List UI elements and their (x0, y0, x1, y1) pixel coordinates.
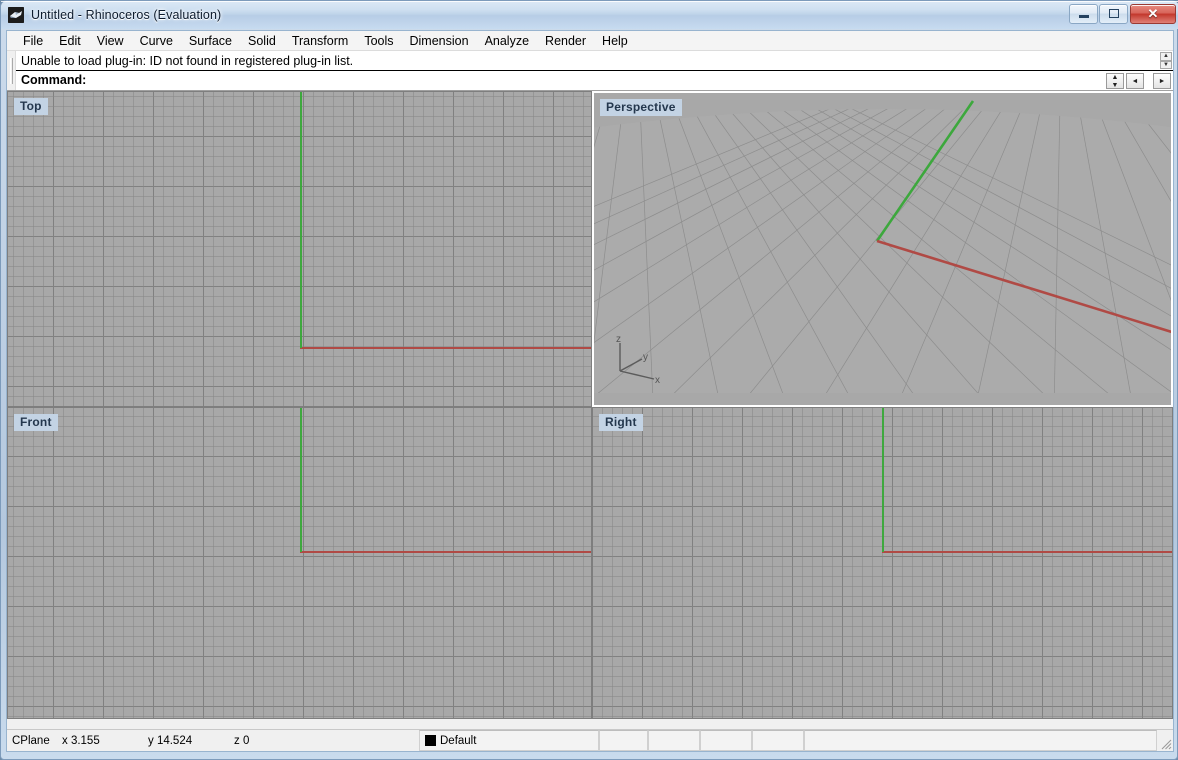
viewport-front[interactable]: Front z x (7, 407, 592, 719)
command-prev-button[interactable]: ◄ (1126, 73, 1144, 89)
menu-item-analyze[interactable]: Analyze (477, 32, 537, 50)
viewport-title-front[interactable]: Front (14, 414, 58, 431)
menu-item-tools[interactable]: Tools (356, 32, 401, 50)
menu-item-solid[interactable]: Solid (240, 32, 284, 50)
status-pane-2[interactable] (648, 730, 700, 751)
status-pane-4[interactable] (752, 730, 804, 751)
command-area-gripper[interactable] (7, 51, 16, 90)
status-cplane-label[interactable]: CPlane (7, 730, 57, 751)
viewport-top[interactable]: Top y x (7, 91, 592, 407)
svg-text:x: x (655, 375, 660, 385)
axis-z-line-front (300, 408, 302, 552)
command-area: Unable to load plug-in: ID not found in … (7, 51, 1173, 91)
client-area: File Edit View Curve Surface Solid Trans… (6, 30, 1174, 752)
command-input[interactable] (89, 73, 1173, 88)
menu-item-render[interactable]: Render (537, 32, 594, 50)
axis-z-line-right (882, 408, 884, 552)
window-controls: ✕ (1068, 3, 1176, 24)
axis-y-line-right (882, 551, 1172, 553)
close-button[interactable]: ✕ (1130, 3, 1176, 24)
status-x-coordinate: x 3.155 (62, 734, 100, 747)
command-history-line: Unable to load plug-in: ID not found in … (16, 51, 1173, 71)
viewport-title-top[interactable]: Top (14, 98, 48, 115)
viewport-right[interactable]: Right z y (592, 407, 1173, 719)
maximize-button[interactable] (1099, 3, 1128, 24)
viewport-title-perspective[interactable]: Perspective (600, 99, 682, 116)
command-nav-buttons: ▲ ▼ ◄ ► (1106, 73, 1171, 89)
menu-item-dimension[interactable]: Dimension (402, 32, 477, 50)
command-area-body: Unable to load plug-in: ID not found in … (16, 51, 1173, 90)
spinner-up-icon: ▲ (1111, 73, 1119, 81)
grid-perspective (594, 93, 1171, 405)
minimize-button[interactable] (1069, 3, 1098, 24)
menu-item-edit[interactable]: Edit (51, 32, 89, 50)
maximize-icon (1108, 9, 1119, 18)
status-message-pane (804, 730, 1157, 751)
status-pane-3[interactable] (700, 730, 752, 751)
viewport-title-right[interactable]: Right (599, 414, 643, 431)
status-z-coordinate: z 0 (234, 734, 250, 747)
menu-item-help[interactable]: Help (594, 32, 636, 50)
menu-item-curve[interactable]: Curve (132, 32, 181, 50)
menu-item-view[interactable]: View (89, 32, 132, 50)
spinner-down-icon: ▼ (1111, 81, 1119, 89)
axis-gizmo-perspective: z y x (610, 333, 670, 385)
menu-item-file[interactable]: File (15, 32, 51, 50)
status-bar: CPlane x 3.155 y 14.524 z 0 Default (7, 729, 1173, 751)
command-spinner-button[interactable]: ▲ ▼ (1106, 73, 1124, 89)
layer-color-swatch (425, 735, 436, 746)
title-bar: Untitled - Rhinoceros (Evaluation) ✕ (1, 1, 1178, 29)
menu-item-surface[interactable]: Surface (181, 32, 240, 50)
status-pane-1[interactable] (599, 730, 648, 751)
minimize-icon (1078, 15, 1089, 18)
axis-x-line-front (300, 551, 591, 553)
command-prompt-row: Command: (16, 71, 1173, 90)
command-prompt-label: Command: (21, 73, 87, 87)
rhino-app-icon (8, 7, 24, 23)
axis-y-line-top (300, 92, 302, 348)
status-layer[interactable]: Default (419, 730, 599, 751)
svg-text:z: z (616, 334, 621, 345)
application-window: Untitled - Rhinoceros (Evaluation) ✕ Fil… (0, 0, 1178, 760)
close-icon: ✕ (1147, 6, 1159, 21)
scroll-up-icon[interactable]: ▲ (1160, 52, 1172, 61)
menu-bar: File Edit View Curve Surface Solid Trans… (7, 31, 1173, 51)
command-history-scrollbar[interactable]: ▲ ▼ (1160, 52, 1172, 69)
viewport-grid: Top y x (7, 91, 1173, 729)
axis-x-line-top (300, 347, 591, 349)
svg-text:y: y (643, 352, 648, 363)
layer-name: Default (440, 734, 477, 747)
window-title: Untitled - Rhinoceros (Evaluation) (31, 8, 222, 22)
status-y-coordinate: y 14.524 (148, 734, 193, 747)
menu-item-transform[interactable]: Transform (284, 32, 357, 50)
command-next-button[interactable]: ► (1153, 73, 1171, 89)
scroll-down-icon[interactable]: ▼ (1160, 60, 1172, 69)
viewport-perspective[interactable]: Perspective z y x (592, 91, 1173, 407)
resize-grip[interactable] (1157, 730, 1173, 751)
